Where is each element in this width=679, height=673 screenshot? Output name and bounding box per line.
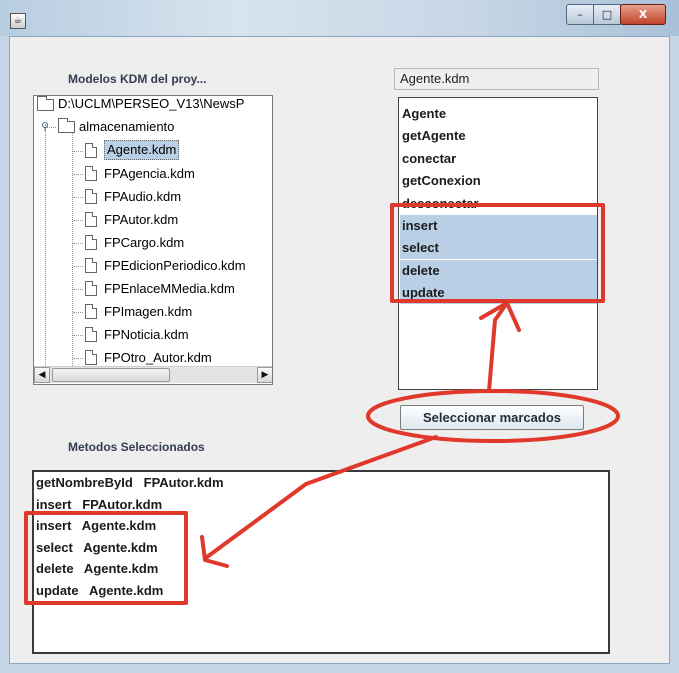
selected-method-row[interactable]: delete Agente.kdm [34,558,158,580]
method-item[interactable]: update [400,282,597,305]
tree-horizontal-scrollbar[interactable]: ◀ ▶ [34,366,272,383]
select-marked-button[interactable]: Seleccionar marcados [400,405,584,430]
selected-method-row[interactable]: select Agente.kdm [34,537,158,559]
method-item[interactable]: Agente [400,103,597,125]
scroll-left-button[interactable]: ◀ [34,367,50,383]
kdm-tree-panel[interactable]: D:\UCLM\PERSEO_V13\NewsP ⚲ almacenamient… [33,95,273,385]
tree-root-label: D:\UCLM\PERSEO_V13\NewsP [58,96,245,111]
window-frame-left [0,36,9,673]
folder-icon [37,96,54,111]
tree-file-label: FPAgencia.kdm [104,166,195,181]
tree-file-label: FPEnlaceMMedia.kdm [104,281,235,296]
folder-icon [58,118,75,133]
tree-file-label: FPEdicionPeriodico.kdm [104,258,246,273]
selected-method-row[interactable]: getNombreById FPAutor.kdm [34,472,224,494]
models-label: Modelos KDM del proy... [68,72,207,86]
java-cup-icon: ☕ [10,13,26,29]
selected-method-row[interactable]: insert Agente.kdm [34,515,156,537]
method-item[interactable]: delete [400,259,597,282]
selected-methods-label: Metodos Seleccionados [68,440,205,454]
file-icon [85,327,97,342]
file-icon [85,304,97,319]
window-frame-right [670,36,679,673]
minimize-button[interactable]: – [566,4,594,25]
selected-method-row[interactable]: insert FPAutor.kdm [34,494,162,516]
kdm-file-field[interactable]: Agente.kdm [394,68,599,90]
file-icon [85,189,97,204]
file-icon [85,258,97,273]
close-button[interactable]: X [620,4,666,25]
tree-folder-label: almacenamiento [79,119,175,134]
tree-file-label: FPAudio.kdm [104,189,182,204]
scroll-right-button[interactable]: ▶ [257,367,272,383]
window-frame-bottom [0,664,679,673]
tree-file-label: FPImagen.kdm [104,304,193,319]
maximize-button[interactable]: □ [593,4,621,25]
title-bar: ☕ – □ X [0,0,679,36]
tree-file-label: Agente.kdm [104,140,180,160]
selected-method-row[interactable]: update Agente.kdm [34,580,163,602]
method-item[interactable]: insert [400,215,597,237]
tree-file-label: FPNoticia.kdm [104,327,189,342]
file-icon [85,212,97,227]
methods-list[interactable]: Agente getAgente conectar getConexion descon… [398,97,598,390]
tree-file-label: FPAutor.kdm [104,212,179,227]
method-item[interactable]: select [400,237,597,260]
method-item[interactable]: getAgente [400,125,597,147]
method-item[interactable]: desconectar [400,193,597,215]
selected-methods-list[interactable]: getNombreById FPAutor.kdm insert FPAutor.… [32,470,610,654]
tree-file-label: FPCargo.kdm [104,235,185,250]
file-icon [85,235,97,250]
file-icon [85,281,97,296]
method-item[interactable]: conectar [400,148,597,170]
file-icon [85,143,97,158]
file-icon [85,350,97,365]
method-item[interactable]: getConexion [400,170,597,192]
file-icon [85,166,97,181]
scroll-thumb-horizontal[interactable] [52,368,170,382]
